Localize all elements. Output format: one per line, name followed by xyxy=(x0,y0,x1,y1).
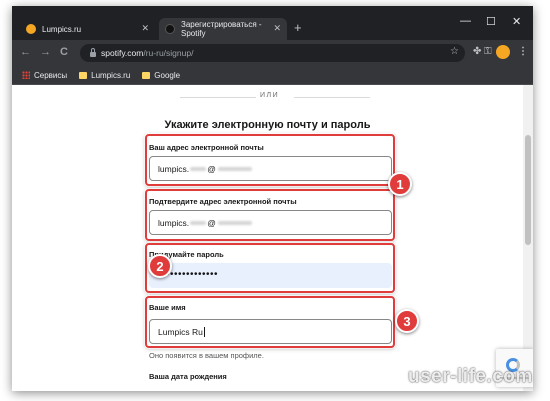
scrollbar-thumb[interactable] xyxy=(525,135,531,245)
menu-icon[interactable]: ⋮ xyxy=(518,46,528,57)
spotify-favicon-icon xyxy=(165,24,175,34)
page-scrollbar[interactable] xyxy=(523,85,533,391)
url-host: spotify.com xyxy=(101,48,144,58)
back-button[interactable]: ← xyxy=(20,46,31,58)
bookmark-page-icon xyxy=(79,71,88,79)
tab-spotify-signup[interactable]: Зарегистрироваться - Spotify ✕ xyxy=(159,18,287,40)
bookmark-google[interactable]: Google xyxy=(142,71,180,80)
new-tab-button[interactable]: + xyxy=(294,20,302,35)
profile-avatar[interactable] xyxy=(496,45,510,59)
or-divider-text: ИЛИ xyxy=(260,92,280,99)
divider-left xyxy=(180,97,256,98)
tab-title: Lumpics.ru xyxy=(42,24,82,34)
signup-page: ИЛИ Укажите электронную почту и пароль В… xyxy=(12,85,533,391)
bookmark-apps[interactable]: Сервисы xyxy=(12,71,67,80)
lock-icon xyxy=(90,48,96,57)
divider-right xyxy=(294,97,370,98)
tab-close-icon[interactable]: ✕ xyxy=(273,23,281,34)
address-bar[interactable]: spotify.com/ru-ru/signup/ ☆ xyxy=(80,44,465,62)
highlight-box-1a xyxy=(145,134,395,186)
annotation-badge-3: 3 xyxy=(395,309,419,333)
lumpics-favicon-icon xyxy=(26,24,36,34)
birthdate-label: Ваша дата рождения xyxy=(149,372,227,381)
browser-window: Lumpics.ru ✕ Зарегистрироваться - Spotif… xyxy=(12,6,533,391)
tab-lumpics[interactable]: Lumpics.ru ✕ xyxy=(20,18,155,40)
page-heading: Укажите электронную почту и пароль xyxy=(164,119,371,131)
url-path: /ru-ru/signup/ xyxy=(143,48,194,58)
extensions-icon[interactable]: ✤ xyxy=(473,46,481,57)
annotation-badge-2: 2 xyxy=(148,254,172,278)
tab-title: Зарегистрироваться - Spotify xyxy=(181,20,262,38)
key-icon[interactable]: ⚿ xyxy=(484,46,492,57)
bookmark-star-icon[interactable]: ☆ xyxy=(450,46,459,57)
forward-button[interactable]: → xyxy=(40,46,51,58)
highlight-box-3 xyxy=(145,296,395,348)
name-hint: Оно появится в вашем профиле. xyxy=(149,351,264,360)
annotation-badge-1: 1 xyxy=(388,172,412,196)
bookmark-label: Lumpics.ru xyxy=(91,70,131,80)
bookmark-lumpics[interactable]: Lumpics.ru xyxy=(79,71,130,80)
bookmark-label: Google xyxy=(154,70,181,80)
apps-grid-icon xyxy=(22,71,30,79)
highlight-box-1b xyxy=(145,189,395,241)
browser-toolbar: ← → C spotify.com/ru-ru/signup/ ☆ ✤ ⚿ ⋮ xyxy=(12,40,533,66)
watermark: user-life.com xyxy=(408,366,533,387)
bookmarks-bar: Сервисы Lumpics.ru Google xyxy=(12,66,533,85)
title-bar: Lumpics.ru ✕ Зарегистрироваться - Spotif… xyxy=(12,6,533,40)
highlight-box-2 xyxy=(145,243,395,293)
reload-button[interactable]: C xyxy=(60,46,68,58)
tab-close-icon[interactable]: ✕ xyxy=(141,23,149,34)
maximize-button[interactable]: ☐ xyxy=(486,15,496,28)
close-window-button[interactable]: ✕ xyxy=(512,15,521,28)
minimize-button[interactable]: — xyxy=(460,15,471,27)
bookmark-page-icon xyxy=(142,71,151,79)
bookmark-label: Сервисы xyxy=(34,70,68,80)
